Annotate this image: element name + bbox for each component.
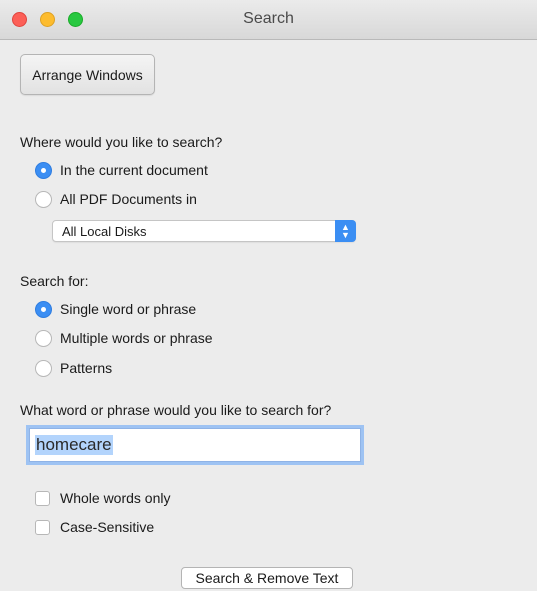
window-title: Search [243,10,294,27]
search-remove-text-button[interactable]: Search & Remove Text [181,567,353,589]
radio-patterns[interactable]: Patterns [35,358,112,378]
checkbox-whole-words[interactable]: Whole words only [35,488,171,508]
radio-current-document[interactable]: In the current document [35,160,208,180]
chevron-up-down-icon[interactable]: ▲ ▼ [335,220,356,242]
radio-label: Multiple words or phrase [60,330,213,346]
search-phrase-input[interactable]: homecare [29,428,361,462]
checkbox-icon[interactable] [35,490,50,506]
where-heading: Where would you like to search? [20,134,223,150]
radio-unselected-icon[interactable] [35,190,52,208]
radio-all-pdf-documents[interactable]: All PDF Documents in [35,189,197,209]
arrange-windows-button[interactable]: Arrange Windows [20,54,155,95]
location-select-value: All Local Disks [62,224,147,239]
checkbox-label: Case-Sensitive [60,519,155,535]
checkbox-label: Whole words only [60,490,171,506]
location-select[interactable]: All Local Disks ▲ ▼ [52,220,356,242]
radio-label: In the current document [60,162,208,178]
radio-selected-icon[interactable] [35,161,52,179]
radio-label: All PDF Documents in [60,191,197,207]
checkbox-case-sensitive[interactable]: Case-Sensitive [35,517,154,537]
search-phrase-value: homecare [35,435,113,455]
checkbox-icon[interactable] [35,519,50,535]
search-for-heading: Search for: [20,273,89,289]
radio-single-word[interactable]: Single word or phrase [35,299,196,319]
radio-unselected-icon[interactable] [35,329,52,347]
title-bar: Search [0,0,537,40]
radio-label: Patterns [60,360,113,376]
radio-selected-icon[interactable] [35,300,52,318]
radio-multiple-words[interactable]: Multiple words or phrase [35,328,213,348]
radio-label: Single word or phrase [60,301,197,317]
query-heading: What word or phrase would you like to se… [20,402,332,418]
radio-unselected-icon[interactable] [35,359,52,377]
